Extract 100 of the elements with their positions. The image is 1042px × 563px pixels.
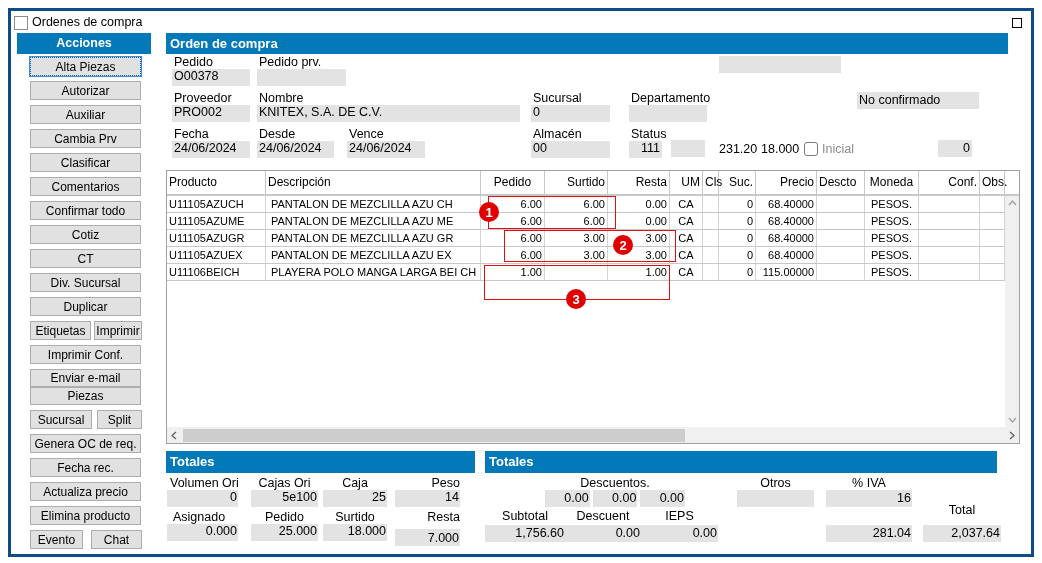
total-value: 2,037.64 <box>923 525 1001 542</box>
action-button[interactable]: Chat <box>91 530 142 549</box>
table-cell: PESOS. <box>865 196 919 212</box>
action-button[interactable]: Actualiza precio <box>30 482 141 501</box>
column-header[interactable]: Pedido <box>481 171 545 194</box>
action-button[interactable]: Clasificar <box>30 153 141 172</box>
field-value: O00378 <box>172 69 250 86</box>
column-header[interactable]: Conf. <box>919 171 980 194</box>
field-label: Almacén <box>532 128 583 141</box>
scroll-up-icon[interactable] <box>1007 200 1017 206</box>
total-label: Descuentos. <box>579 476 651 490</box>
field-label: Vence <box>348 128 385 141</box>
table-cell: CA <box>670 213 703 229</box>
total-label: Cajas Ori <box>257 476 312 490</box>
action-button[interactable]: Sucursal <box>30 410 92 429</box>
column-header[interactable]: UM <box>670 171 703 194</box>
value-text: 231.20 <box>719 141 757 158</box>
table-cell: U11105AZUME <box>167 213 266 229</box>
table-cell: PANTALON DE MEZCLILLA AZU EX <box>266 247 481 263</box>
table-cell: PLAYERA POLO MANGA LARGA BEI CH <box>266 264 481 280</box>
table-cell: PESOS. <box>865 264 919 280</box>
action-button[interactable]: Cambia Prv <box>30 129 141 148</box>
action-button[interactable]: Evento <box>30 530 83 549</box>
column-header[interactable]: Producto <box>167 171 266 194</box>
vertical-scrollbar[interactable] <box>1005 196 1019 427</box>
action-button[interactable]: Elimina producto <box>30 506 141 525</box>
table-cell: 1.00 <box>608 264 670 280</box>
total-value: 0.00 <box>640 490 685 507</box>
action-button[interactable]: Genera OC de req. <box>30 434 141 453</box>
action-button[interactable]: Etiquetas <box>30 321 91 340</box>
field-label: Pedido prv. <box>258 56 323 69</box>
field-value: 24/06/2024 <box>347 141 425 158</box>
column-header[interactable]: Surtido <box>545 171 608 194</box>
action-button[interactable]: Imprimir Conf. <box>30 345 141 364</box>
total-label: Asignado <box>172 510 227 524</box>
table-cell: 0 <box>719 213 756 229</box>
scroll-left-icon[interactable] <box>171 430 177 440</box>
column-header[interactable]: Obs. <box>980 171 1005 194</box>
scroll-right-icon[interactable] <box>1009 430 1015 440</box>
field-label: Fecha <box>173 128 210 141</box>
field-value: No confirmado <box>857 92 979 109</box>
section-header: Totales <box>166 451 475 473</box>
field-value: 24/06/2024 <box>257 141 334 158</box>
table-cell: 68.40000 <box>756 230 817 246</box>
table-cell: U11106BEICH <box>167 264 266 280</box>
field-value: 0 <box>531 105 610 122</box>
checkbox[interactable] <box>804 142 818 156</box>
field-label: Sucursal <box>532 92 583 105</box>
table-cell: PANTALON DE MEZCLILLA AZU GR <box>266 230 481 246</box>
scroll-down-icon[interactable] <box>1007 417 1017 423</box>
value-text: 18.000 <box>761 141 798 158</box>
column-header[interactable]: Precio <box>756 171 817 194</box>
scrollbar-thumb[interactable] <box>183 428 685 442</box>
total-value: 0.00 <box>592 490 638 507</box>
table-cell: 115.00000 <box>756 264 817 280</box>
table-cell: CA <box>670 230 703 246</box>
column-header[interactable]: Descto <box>817 171 865 194</box>
total-label: Subtotal <box>501 509 549 523</box>
action-button[interactable]: Fecha rec. <box>30 458 141 477</box>
action-button[interactable]: Duplicar <box>30 297 141 316</box>
total-value: 18.000 <box>323 524 387 541</box>
action-button[interactable]: Autorizar <box>30 81 141 100</box>
action-button[interactable]: Auxiliar <box>30 105 141 124</box>
total-value: 25 <box>323 490 387 507</box>
action-button[interactable]: Split <box>97 410 142 429</box>
total-value: 281.04 <box>826 525 912 542</box>
total-value: 1,756.60 <box>485 525 565 542</box>
action-button[interactable]: Comentarios <box>30 177 141 196</box>
column-header[interactable]: Moneda <box>865 171 919 194</box>
section-header: Totales <box>485 451 997 473</box>
action-button[interactable]: Piezas <box>30 387 141 405</box>
total-value: 0 <box>167 490 238 507</box>
total-value: 16 <box>826 490 912 507</box>
column-header[interactable]: Descripción <box>266 171 481 194</box>
table-cell: PESOS. <box>865 213 919 229</box>
total-label: Surtido <box>334 510 376 524</box>
field-value <box>671 140 705 157</box>
checkbox-label: Inicial <box>822 140 854 158</box>
table-cell: U11105AZUEX <box>167 247 266 263</box>
total-label: Pedido <box>264 510 305 524</box>
action-button[interactable]: Enviar e-mail <box>30 369 141 387</box>
table-cell: 0 <box>719 196 756 212</box>
table-cell: U11105AZUGR <box>167 230 266 246</box>
total-label: Descuent <box>575 509 631 523</box>
action-button[interactable]: Confirmar todo <box>30 201 141 220</box>
total-label: Total <box>947 503 977 517</box>
maximize-button[interactable] <box>1012 17 1022 28</box>
section-header: Acciones <box>17 33 151 54</box>
horizontal-scrollbar[interactable] <box>167 427 1019 443</box>
action-button[interactable]: CT <box>30 249 141 268</box>
action-button[interactable]: Imprimir <box>94 321 142 340</box>
field-label: Desde <box>258 128 297 141</box>
action-button[interactable]: Alta Piezas <box>30 57 141 76</box>
total-value: 0.00 <box>545 490 590 507</box>
action-button[interactable]: Cotiz <box>30 225 141 244</box>
table-cell: 68.40000 <box>756 213 817 229</box>
action-button[interactable]: Div. Sucursal <box>30 273 141 292</box>
field-value: KNITEX, S.A. DE C.V. <box>257 105 520 122</box>
field-label: Nombre <box>258 92 305 105</box>
column-header[interactable]: Resta <box>608 171 670 194</box>
